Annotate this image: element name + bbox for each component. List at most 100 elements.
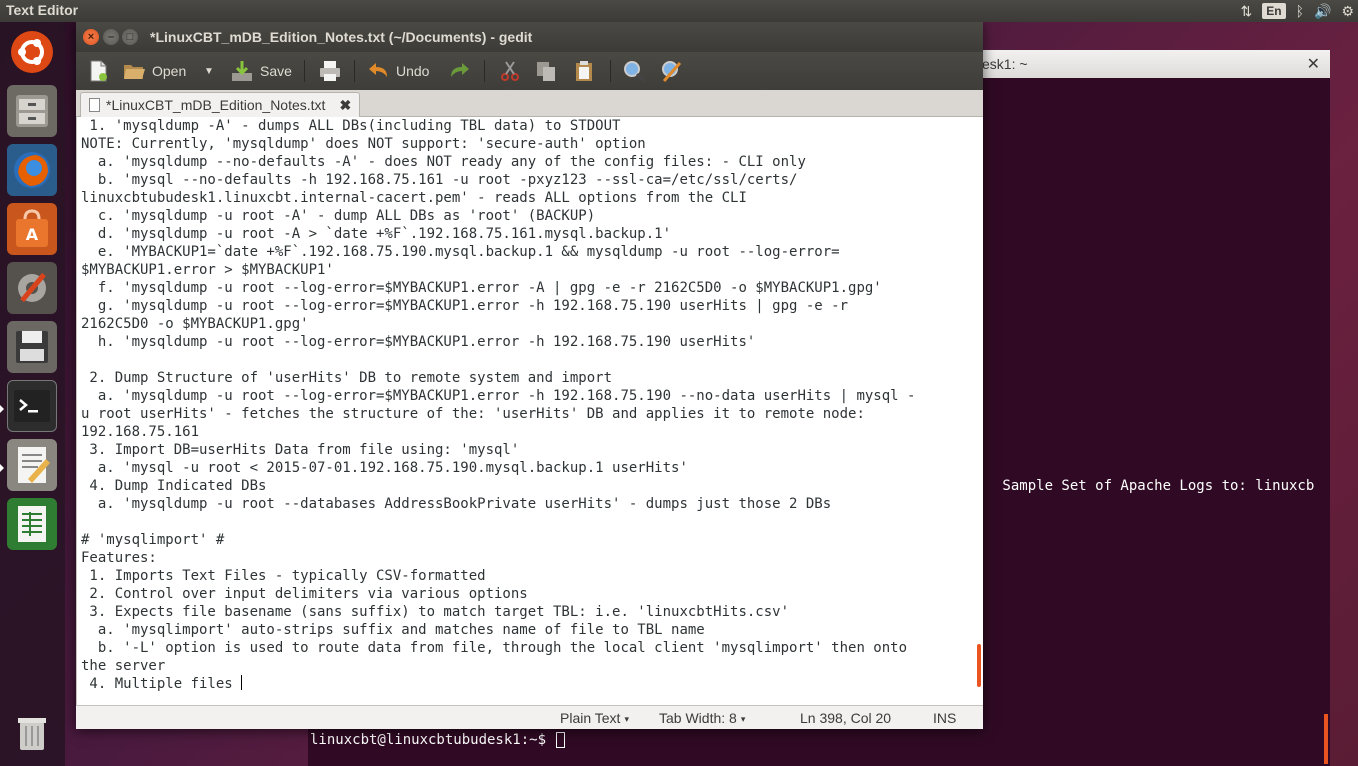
tab-label: *LinuxCBT_mDB_Edition_Notes.txt — [106, 97, 326, 113]
search-icon — [624, 61, 646, 83]
launcher-files-button[interactable] — [7, 85, 57, 137]
window-maximize-button[interactable]: □ — [122, 29, 138, 45]
launcher-spreadsheet-button[interactable] — [7, 498, 57, 550]
editor-line[interactable]: 2162C5D0 -o $MYBACKUP1.gpg' — [81, 315, 915, 333]
open-button[interactable]: Open — [122, 56, 186, 86]
launcher-trash-button[interactable] — [7, 706, 57, 758]
editor-line[interactable]: h. 'mysqldump -u root --log-error=$MYBAC… — [81, 333, 915, 351]
launcher-terminal-button[interactable] — [7, 380, 57, 432]
editor-line[interactable]: d. 'mysqldump -u root -A > `date +%F`.19… — [81, 225, 915, 243]
open-folder-icon — [124, 65, 145, 79]
spreadsheet-icon — [18, 506, 46, 542]
window-title: *LinuxCBT_mDB_Edition_Notes.txt (~/Docum… — [150, 29, 533, 45]
text-editor-area[interactable]: 1. 'mysqldump -A' - dumps ALL DBs(includ… — [76, 117, 983, 705]
paste-clipboard-icon — [576, 61, 592, 81]
firefox-icon — [14, 152, 50, 188]
editor-scrollbar-thumb[interactable] — [977, 644, 981, 687]
copy-icon — [537, 62, 555, 81]
editor-line[interactable]: a. 'mysql -u root < 2015-07-01.192.168.7… — [81, 459, 915, 477]
text-caret — [241, 675, 243, 690]
paste-button[interactable] — [572, 56, 596, 86]
editor-line[interactable]: 4. Dump Indicated DBs — [81, 477, 915, 495]
launcher-firefox-button[interactable] — [7, 144, 57, 196]
editor-line[interactable]: c. 'mysqldump -u root -A' - dump ALL DBs… — [81, 207, 915, 225]
window-minimize-button[interactable]: – — [103, 29, 119, 45]
find-button[interactable] — [622, 56, 646, 86]
save-label: Save — [260, 63, 292, 79]
file-cabinet-icon — [16, 95, 48, 127]
editor-line[interactable]: $MYBACKUP1.error > $MYBACKUP1' — [81, 261, 915, 279]
keyboard-language-indicator[interactable]: En — [1262, 3, 1286, 19]
editor-line[interactable]: g. 'mysqldump -u root --log-error=$MYBAC… — [81, 297, 915, 315]
window-close-button[interactable]: × — [83, 29, 99, 45]
editor-line[interactable]: u root userHits' - fetches the structure… — [81, 405, 915, 423]
editor-line[interactable]: f. 'mysqldump -u root --log-error=$MYBAC… — [81, 279, 915, 297]
editor-line[interactable]: 3. Expects file basename (sans suffix) t… — [81, 603, 915, 621]
gedit-titlebar[interactable]: × – □ *LinuxCBT_mDB_Edition_Notes.txt (~… — [76, 22, 983, 52]
toolbar-separator — [354, 60, 355, 82]
new-document-icon — [90, 60, 107, 82]
editor-line[interactable]: 4. Multiple files — [81, 675, 915, 693]
text-editor-running-indicator — [0, 464, 4, 472]
editor-line[interactable]: a. 'mysqldump -u root --log-error=$MYBAC… — [81, 387, 916, 405]
copy-button[interactable] — [534, 56, 558, 86]
launcher-dash-button[interactable] — [7, 26, 57, 78]
editor-line[interactable]: the server — [81, 657, 915, 675]
editor-line[interactable]: 2. Dump Structure of 'userHits' DB to re… — [81, 369, 915, 387]
volume-icon[interactable]: 🔊 — [1314, 0, 1331, 22]
save-button[interactable]: Save — [230, 56, 292, 86]
editor-line[interactable]: a. 'mysqldump --no-defaults -A' - does N… — [81, 153, 915, 171]
tab-document[interactable]: *LinuxCBT_mDB_Edition_Notes.txt ✖ — [80, 92, 361, 117]
editor-line[interactable]: b. '-L' option is used to route data fro… — [81, 639, 915, 657]
editor-line[interactable]: # 'mysqlimport' # — [81, 531, 915, 549]
find-replace-button[interactable] — [660, 56, 684, 86]
scissors-icon — [501, 61, 519, 81]
gedit-window: × – □ *LinuxCBT_mDB_Edition_Notes.txt (~… — [76, 22, 983, 729]
terminal-prompt-line[interactable]: linuxcbt@linuxcbtubudesk1:~$ — [310, 732, 566, 748]
redo-button[interactable] — [448, 56, 472, 86]
shopping-bag-icon: A — [16, 209, 48, 247]
launcher-save-device-button[interactable] — [7, 321, 57, 373]
language-selector[interactable]: Plain Text ▾ — [560, 710, 629, 726]
print-button[interactable] — [318, 56, 342, 86]
editor-line[interactable]: Features: — [81, 549, 915, 567]
document-tabbar: *LinuxCBT_mDB_Edition_Notes.txt ✖ — [76, 90, 983, 117]
top-panel: Text Editor ⇅ En ᛒ 🔊 ⚙ — [0, 0, 1358, 22]
insert-mode: INS — [933, 710, 957, 726]
editor-line[interactable]: e. 'MYBACKUP1=`date +%F`.192.168.75.190.… — [81, 243, 915, 261]
find-replace-icon — [662, 61, 682, 82]
editor-line[interactable]: NOTE: Currently, 'mysqldump' does NOT su… — [81, 135, 915, 153]
terminal-scrollbar[interactable] — [1324, 714, 1328, 764]
editor-line[interactable]: 3. Import DB=userHits Data from file usi… — [81, 441, 915, 459]
undo-button[interactable]: Undo — [366, 56, 429, 86]
toolbar: Open ▼ Save Undo — [76, 52, 983, 90]
svg-text:A: A — [26, 225, 39, 244]
launcher-system-settings-button[interactable] — [7, 262, 57, 314]
tab-close-icon[interactable]: ✖ — [339, 97, 351, 114]
cut-button[interactable] — [498, 56, 522, 86]
editor-line[interactable]: linuxcbtubudesk1.linuxcbt.internal-cacer… — [81, 189, 915, 207]
editor-line[interactable]: 1. Imports Text Files - typically CSV-fo… — [81, 567, 915, 585]
editor-line[interactable]: 2. Control over input delimiters via var… — [81, 585, 915, 603]
editor-line[interactable]: 192.168.75.161 — [81, 423, 915, 441]
tab-width-selector[interactable]: Tab Width: 8 ▾ — [659, 710, 745, 726]
editor-line[interactable]: a. 'mysqlimport' auto-strips suffix and … — [81, 621, 915, 639]
editor-text[interactable]: 1. 'mysqldump -A' - dumps ALL DBs(includ… — [81, 117, 915, 693]
chevron-down-icon: ▾ — [624, 714, 629, 724]
editor-line[interactable] — [81, 513, 915, 531]
editor-line[interactable]: a. 'mysqldump -u root --databases Addres… — [81, 495, 915, 513]
terminal-prompt: linuxcbt@linuxcbtubudesk1:~$ — [310, 732, 555, 748]
editor-line[interactable]: 1. 'mysqldump -A' - dumps ALL DBs(includ… — [81, 117, 915, 135]
editor-line[interactable]: b. 'mysql --no-defaults -h 192.168.75.16… — [81, 171, 915, 189]
open-recent-dropdown[interactable]: ▼ — [204, 56, 214, 86]
settings-wrench-icon — [18, 272, 46, 303]
settings-gear-icon[interactable]: ⚙ — [1341, 0, 1354, 22]
launcher-text-editor-button[interactable] — [7, 439, 57, 491]
editor-line[interactable] — [81, 351, 915, 369]
launcher-software-center-button[interactable]: A — [7, 203, 57, 255]
terminal-close-icon[interactable]: ✕ — [1307, 54, 1320, 74]
new-document-button[interactable] — [86, 56, 110, 86]
network-icon[interactable]: ⇅ — [1241, 0, 1253, 22]
bluetooth-icon[interactable]: ᛒ — [1296, 0, 1304, 22]
trash-icon — [18, 718, 46, 750]
